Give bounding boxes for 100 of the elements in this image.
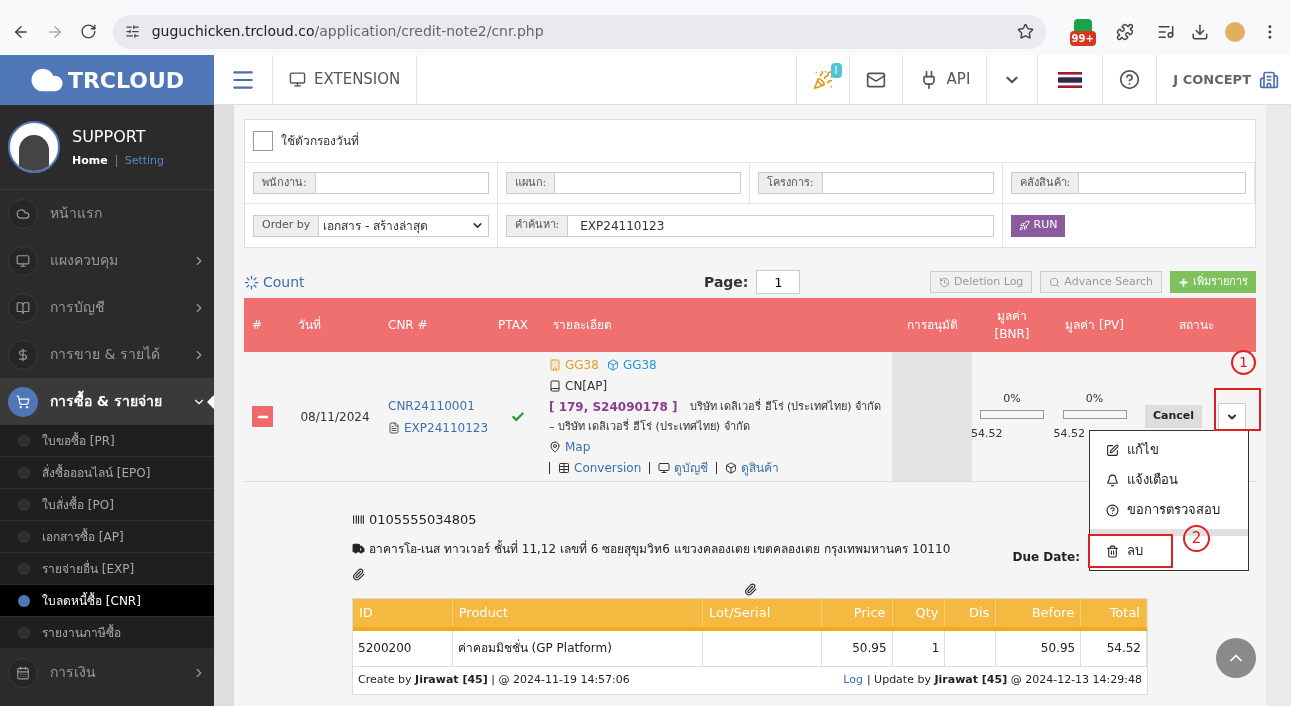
monitor-icon <box>289 71 306 88</box>
address-text: อาคารโอ-เนส ทาวเวอร์ ชั้นที่ 11,12 เลขที่ 6 ซอยสุขุมวิท6 แขวงคลองเตย เขตคลองเตย กรุงเทพมหานคร 10110 <box>352 539 1013 558</box>
order-by-select[interactable]: เอกสาร - สร้างล่าสุด <box>319 214 489 237</box>
help-icon <box>1106 503 1119 517</box>
monitor-icon <box>16 253 30 268</box>
column-header: ID <box>353 598 453 627</box>
book-icon <box>549 379 561 392</box>
extension-icon[interactable] <box>1073 18 1092 31</box>
dropdown-button[interactable] <box>1218 402 1247 431</box>
sidebar-item[interactable]: การซื้อ & รายจ่าย <box>0 378 214 425</box>
submenu-item[interactable]: รายจ่ายอื่น [EXP] <box>0 553 214 585</box>
log-link[interactable]: Log <box>843 671 863 689</box>
due-date-label: Due Date: <box>1012 548 1080 566</box>
document-type: CN[AP] <box>549 376 892 395</box>
created-info: Create by Jirawat [45] | @ 2024-11-19 14:57:06 <box>358 671 631 688</box>
address-bar[interactable]: guguchicken.trcloud.co/application/credit-note2/cnr.php <box>112 14 1046 49</box>
page-label: Page: <box>704 272 749 292</box>
scrollbar[interactable] <box>1266 105 1291 706</box>
run-button[interactable]: RUN <box>1010 214 1066 237</box>
search-field[interactable]: EXP24110123 <box>568 214 994 237</box>
submenu-item[interactable]: เอกสารซื้อ [AP] <box>0 521 214 553</box>
field-label: พนักงาน: <box>253 172 316 194</box>
company-name: บริษัท เดลิเวอรี่ ฮีโร่ (ประเทศไทย) จำกัด <box>689 398 882 415</box>
column-header: Lot/Serial <box>703 598 822 627</box>
action-link[interactable]: Conversion <box>558 459 642 478</box>
api-button[interactable]: API <box>901 55 987 104</box>
action-link[interactable]: ดูบัญชี <box>658 459 709 478</box>
percent-text: 0% <box>1003 390 1021 407</box>
column-header: PTAX <box>497 317 530 334</box>
submenu-item[interactable]: สั่งซื้อออนไลน์ [EPO] <box>0 457 214 489</box>
updated-info: | Update by Jirawat [45] @ 2024-12-13 14:29:48 <box>866 671 1142 688</box>
table-cell: 5200200 <box>353 630 453 666</box>
filter-field[interactable] <box>555 172 741 194</box>
branch-tag: GG38 <box>549 355 599 374</box>
filter-field[interactable] <box>822 172 994 194</box>
column-header: Qty <box>892 598 946 627</box>
paperclip-icon[interactable] <box>743 582 757 596</box>
submenu-item[interactable]: ใบลดหนี้ซื้อ [CNR] <box>0 585 214 617</box>
extensions-icon[interactable] <box>1115 22 1134 41</box>
company-button[interactable]: J CONCEPT <box>1156 55 1291 104</box>
reload-icon[interactable] <box>79 23 97 40</box>
user-name: SUPPORT <box>72 125 147 148</box>
column-header: Product <box>452 598 704 627</box>
annotation-number: 2 <box>1183 525 1210 552</box>
company-name: – บริษัท เดลิเวอรี่ ฮีโร่ (ประเทศไทย) จำกัด <box>549 418 751 435</box>
submenu-item[interactable]: ใบขอซื้อ [PR] <box>0 425 214 457</box>
column-header: รายละเอียด <box>552 317 613 334</box>
cart-icon <box>16 394 30 409</box>
column-header: สถานะ <box>1178 317 1215 334</box>
notification-badge: I <box>830 63 842 78</box>
site-settings-icon[interactable] <box>124 24 140 39</box>
sidebar-item[interactable]: แผงควบคุม <box>0 237 214 284</box>
field-label: โครงการ: <box>758 172 823 194</box>
menu-item[interactable]: ลบ <box>1090 536 1171 566</box>
search-icon <box>1049 276 1061 288</box>
submenu-item[interactable]: ใบสั่งซื้อ [PO] <box>0 489 214 521</box>
submenu-item[interactable]: รายงานภาษีซื้อ <box>0 617 214 649</box>
table-cell: 1 <box>892 630 946 666</box>
map-link[interactable]: Map <box>549 438 892 457</box>
amount-text: 54.52 <box>1053 426 1085 442</box>
box-icon <box>606 358 619 371</box>
collapse-button[interactable] <box>252 406 273 427</box>
menu-item[interactable]: แจ้งเตือน <box>1090 465 1194 495</box>
action-link[interactable]: ดูสินค้า <box>725 459 780 478</box>
help-icon[interactable] <box>1119 69 1141 90</box>
extension-button[interactable]: EXTENSION <box>272 55 417 104</box>
column-header: Before <box>996 598 1082 627</box>
count-link[interactable]: Count <box>244 271 704 293</box>
download-icon[interactable] <box>1191 22 1210 41</box>
sidebar-item[interactable]: หน้าแรก <box>0 190 214 237</box>
paperclip-icon[interactable] <box>352 567 365 581</box>
date-filter-label: ใช้ตัวกรองวันที่ <box>281 132 359 150</box>
date-filter-checkbox[interactable] <box>253 131 273 151</box>
annotation-number: 1 <box>1231 350 1256 375</box>
pin-icon <box>549 441 561 454</box>
history-icon <box>939 276 951 288</box>
sidebar-item[interactable]: การขาย & รายได้ <box>0 331 214 378</box>
barcode-icon <box>352 513 365 527</box>
highlight-frame <box>1214 388 1261 431</box>
box-icon <box>725 462 738 475</box>
status-badge: Cancel <box>1145 405 1203 428</box>
sidebar-item[interactable]: การบัญชี <box>0 284 214 331</box>
logo[interactable]: TRCLOUD <box>0 55 214 105</box>
filter-field[interactable] <box>1079 172 1246 194</box>
menu-item[interactable]: แก้ไข <box>1090 435 1175 465</box>
home-link[interactable]: Home <box>72 152 108 170</box>
setting-link[interactable]: Setting <box>124 152 165 170</box>
filter-field[interactable] <box>315 172 489 194</box>
sidebar-item[interactable]: การเงิน <box>0 649 214 696</box>
truck-icon <box>352 542 365 555</box>
cnr-link[interactable]: CNR24110001 <box>388 396 490 415</box>
flag-icon[interactable] <box>1058 71 1083 88</box>
spinner-icon <box>244 274 259 290</box>
bookmark-star-icon[interactable] <box>1016 23 1034 40</box>
dollar-icon <box>16 347 30 362</box>
reference-link[interactable]: EXP24110123 <box>388 418 490 437</box>
building-icon <box>1259 69 1279 90</box>
table-cell: 50.95 <box>996 630 1082 666</box>
extension-badge: 99+ <box>1069 30 1096 46</box>
page-field[interactable]: 1 <box>756 270 801 294</box>
